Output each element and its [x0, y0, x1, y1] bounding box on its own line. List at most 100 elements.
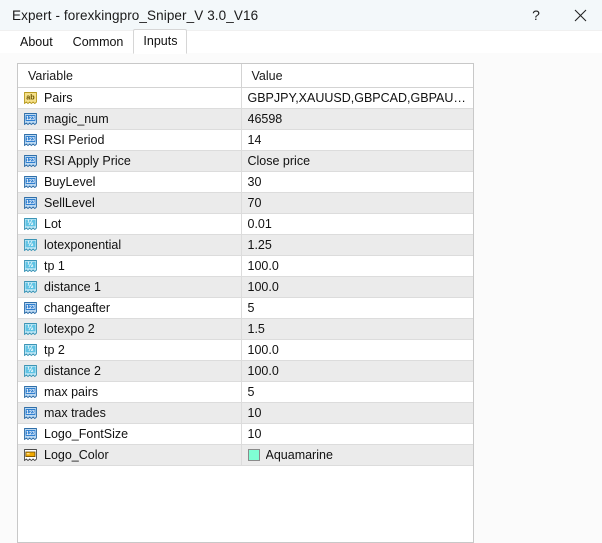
variable-cell[interactable]: ½Lot: [18, 214, 241, 235]
value-cell-content: 70: [242, 193, 474, 213]
close-icon: [574, 9, 587, 22]
variable-cell[interactable]: 123 RSI Period: [18, 130, 241, 151]
column-header-variable[interactable]: Variable: [18, 64, 241, 88]
table-row[interactable]: ½distance 2100.0: [18, 361, 473, 382]
value-cell[interactable]: 1.5: [241, 319, 473, 340]
variable-cell[interactable]: 123RSI Apply Price: [18, 151, 241, 172]
integer-type-icon: 123: [23, 196, 38, 211]
variable-name: Logo_Color: [44, 445, 109, 465]
variable-cell[interactable]: ½tp 2: [18, 340, 241, 361]
float-type-icon: ½: [23, 364, 38, 379]
table-row[interactable]: ½lotexpo 21.5: [18, 319, 473, 340]
value-text: Aquamarine: [266, 445, 333, 465]
variable-cell[interactable]: ½lotexpo 2: [18, 319, 241, 340]
table-row[interactable]: 123magic_num46598: [18, 109, 473, 130]
table-row[interactable]: 123 BuyLevel 30: [18, 172, 473, 193]
string-type-icon: ab: [23, 91, 38, 106]
value-cell[interactable]: 5: [241, 298, 473, 319]
value-text: 10: [248, 424, 262, 444]
variable-cell[interactable]: 123SellLevel: [18, 193, 241, 214]
integer-type-icon: 123: [23, 301, 38, 316]
variable-cell[interactable]: 123 changeafter: [18, 298, 241, 319]
table-row[interactable]: ½Lot 0.01: [18, 214, 473, 235]
variable-cell[interactable]: 123 BuyLevel: [18, 172, 241, 193]
table-row[interactable]: 123SellLevel70: [18, 193, 473, 214]
value-cell[interactable]: GBPJPY,XAUUSD,GBPCAD,GBPAUD,GBP…: [241, 88, 473, 109]
variable-name: tp 2: [44, 340, 65, 360]
value-cell[interactable]: 100.0: [241, 256, 473, 277]
tab-inputs[interactable]: Inputs: [133, 29, 187, 54]
value-cell[interactable]: 1.25: [241, 235, 473, 256]
value-cell[interactable]: 46598: [241, 109, 473, 130]
variable-cell[interactable]: ½distance 1: [18, 277, 241, 298]
variable-name: lotexponential: [44, 235, 121, 255]
help-button[interactable]: ?: [514, 0, 558, 30]
table-row[interactable]: 123 changeafter 5: [18, 298, 473, 319]
table-row[interactable]: 123 RSI Period 14: [18, 130, 473, 151]
window-title: Expert - forexkingpro_Sniper_V 3.0_V16: [12, 8, 258, 23]
variable-cell-content: 123 max trades: [18, 403, 241, 423]
value-cell-content: 10: [242, 403, 474, 423]
table-row[interactable]: ½tp 2100.0: [18, 340, 473, 361]
window-titlebar: Expert - forexkingpro_Sniper_V 3.0_V16 ?: [0, 0, 602, 31]
integer-type-icon: 123: [23, 406, 38, 421]
value-text: 30: [248, 172, 262, 192]
variable-name: changeafter: [44, 298, 110, 318]
integer-type-icon: 123: [23, 385, 38, 400]
table-row[interactable]: abPairsGBPJPY,XAUUSD,GBPCAD,GBPAUD,GBP…: [18, 88, 473, 109]
value-cell[interactable]: 30: [241, 172, 473, 193]
variable-name: max trades: [44, 403, 106, 423]
value-cell-content: 1.5: [242, 319, 474, 339]
variable-cell[interactable]: 123Logo_FontSize: [18, 424, 241, 445]
svg-text:ab: ab: [26, 92, 35, 101]
table-row[interactable]: 123 max trades 10: [18, 403, 473, 424]
table-row[interactable]: ½lotexponential1.25: [18, 235, 473, 256]
variable-cell[interactable]: ½tp 1: [18, 256, 241, 277]
variable-cell[interactable]: 123 max trades: [18, 403, 241, 424]
value-cell[interactable]: 100.0: [241, 361, 473, 382]
value-cell[interactable]: Aquamarine: [241, 445, 473, 466]
table-row[interactable]: ½distance 1100.0: [18, 277, 473, 298]
inputs-table-panel[interactable]: Variable Value abPairsGBPJPY,XAUUSD,GBPC…: [17, 63, 474, 543]
table-row[interactable]: ½tp 1100.0: [18, 256, 473, 277]
variable-cell[interactable]: abPairs: [18, 88, 241, 109]
tab-about[interactable]: About: [10, 31, 63, 53]
variable-name: Logo_FontSize: [44, 424, 128, 444]
variable-cell-content: ½tp 1: [18, 256, 241, 276]
value-cell[interactable]: 10: [241, 424, 473, 445]
svg-text:123: 123: [26, 179, 35, 185]
value-cell[interactable]: 100.0: [241, 340, 473, 361]
value-cell[interactable]: 70: [241, 193, 473, 214]
table-row[interactable]: 123Logo_FontSize 10: [18, 424, 473, 445]
value-text: 5: [248, 382, 255, 402]
variable-name: RSI Period: [44, 130, 104, 150]
value-cell[interactable]: 0.01: [241, 214, 473, 235]
value-cell-content: 100.0: [242, 340, 474, 360]
table-row[interactable]: 123max pairs 5: [18, 382, 473, 403]
value-cell-content: Aquamarine: [242, 445, 474, 465]
variable-cell[interactable]: ½distance 2: [18, 361, 241, 382]
value-cell[interactable]: 5: [241, 382, 473, 403]
value-cell[interactable]: 100.0: [241, 277, 473, 298]
value-text: 0.01: [248, 214, 272, 234]
integer-type-icon: 123: [23, 133, 38, 148]
table-row[interactable]: Logo_Color Aquamarine: [18, 445, 473, 466]
table-row[interactable]: 123RSI Apply PriceClose price: [18, 151, 473, 172]
float-type-icon: ½: [23, 280, 38, 295]
tab-common[interactable]: Common: [63, 31, 134, 53]
variable-cell[interactable]: 123magic_num: [18, 109, 241, 130]
svg-text:½: ½: [27, 281, 33, 290]
value-cell-content: 5: [242, 382, 474, 402]
variable-name: BuyLevel: [44, 172, 95, 192]
variable-cell[interactable]: 123max pairs: [18, 382, 241, 403]
variable-cell[interactable]: ½lotexponential: [18, 235, 241, 256]
value-cell[interactable]: Close price: [241, 151, 473, 172]
tab-bar: About Common Inputs: [0, 31, 602, 53]
variable-cell-content: 123 RSI Period: [18, 130, 241, 150]
integer-type-icon: 123: [23, 175, 38, 190]
variable-cell[interactable]: Logo_Color: [18, 445, 241, 466]
value-cell[interactable]: 14: [241, 130, 473, 151]
close-button[interactable]: [558, 0, 602, 30]
value-cell[interactable]: 10: [241, 403, 473, 424]
column-header-value[interactable]: Value: [241, 64, 473, 88]
